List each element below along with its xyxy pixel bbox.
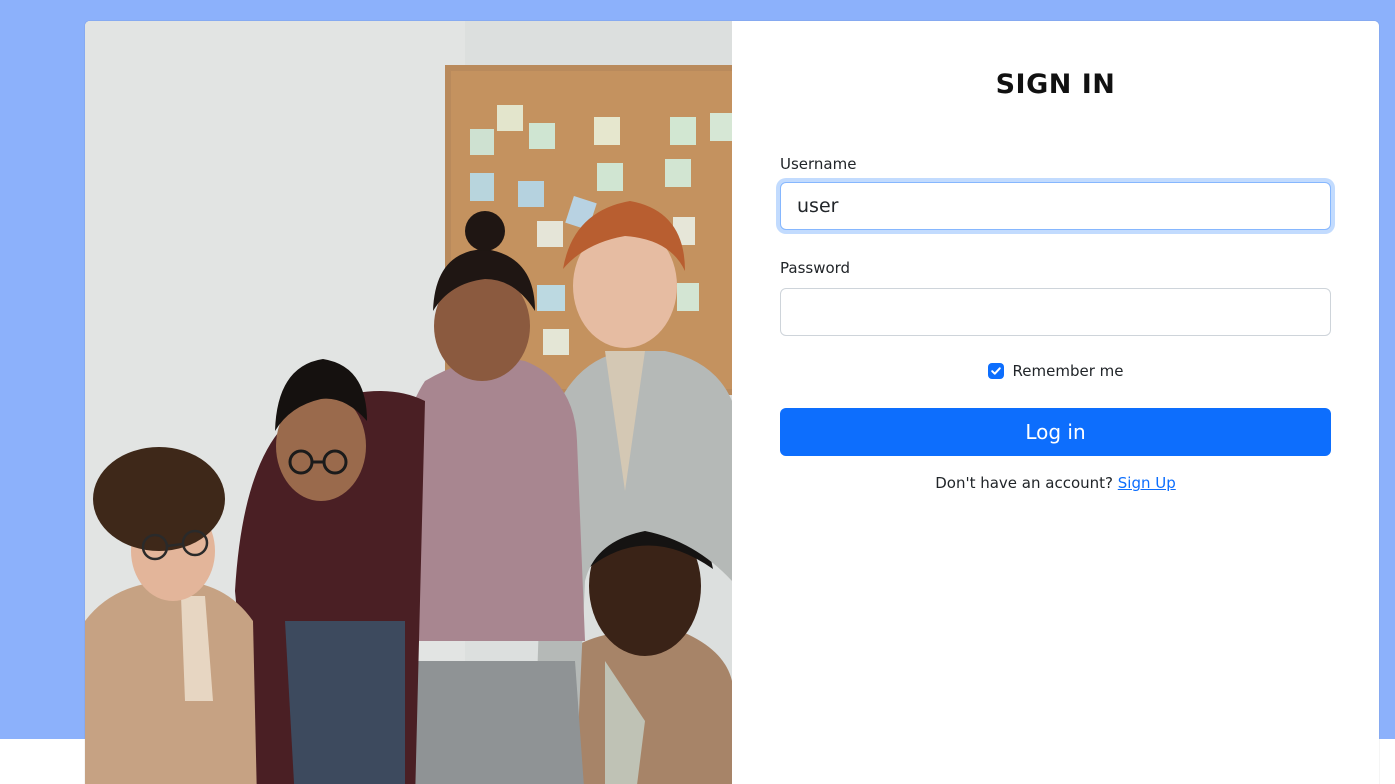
page-title: SIGN IN — [995, 69, 1116, 100]
password-field[interactable] — [780, 288, 1331, 336]
team-photo — [85, 21, 732, 784]
username-label: Username — [780, 155, 857, 173]
login-card: SIGN IN Username Password Remember me Lo… — [85, 21, 1379, 784]
remember-me-checkbox[interactable] — [987, 363, 1004, 379]
remember-me-row: Remember me — [732, 362, 1379, 380]
signup-link[interactable]: Sign Up — [1118, 474, 1176, 492]
check-icon — [990, 367, 1001, 375]
signup-prompt-text: Don't have an account? — [935, 474, 1118, 492]
username-field[interactable] — [780, 182, 1331, 230]
login-button[interactable]: Log in — [780, 408, 1331, 456]
remember-me-label: Remember me — [1012, 362, 1124, 380]
login-form: SIGN IN Username Password Remember me Lo… — [732, 21, 1379, 784]
signup-prompt: Don't have an account? Sign Up — [732, 474, 1379, 492]
password-label: Password — [780, 259, 851, 277]
